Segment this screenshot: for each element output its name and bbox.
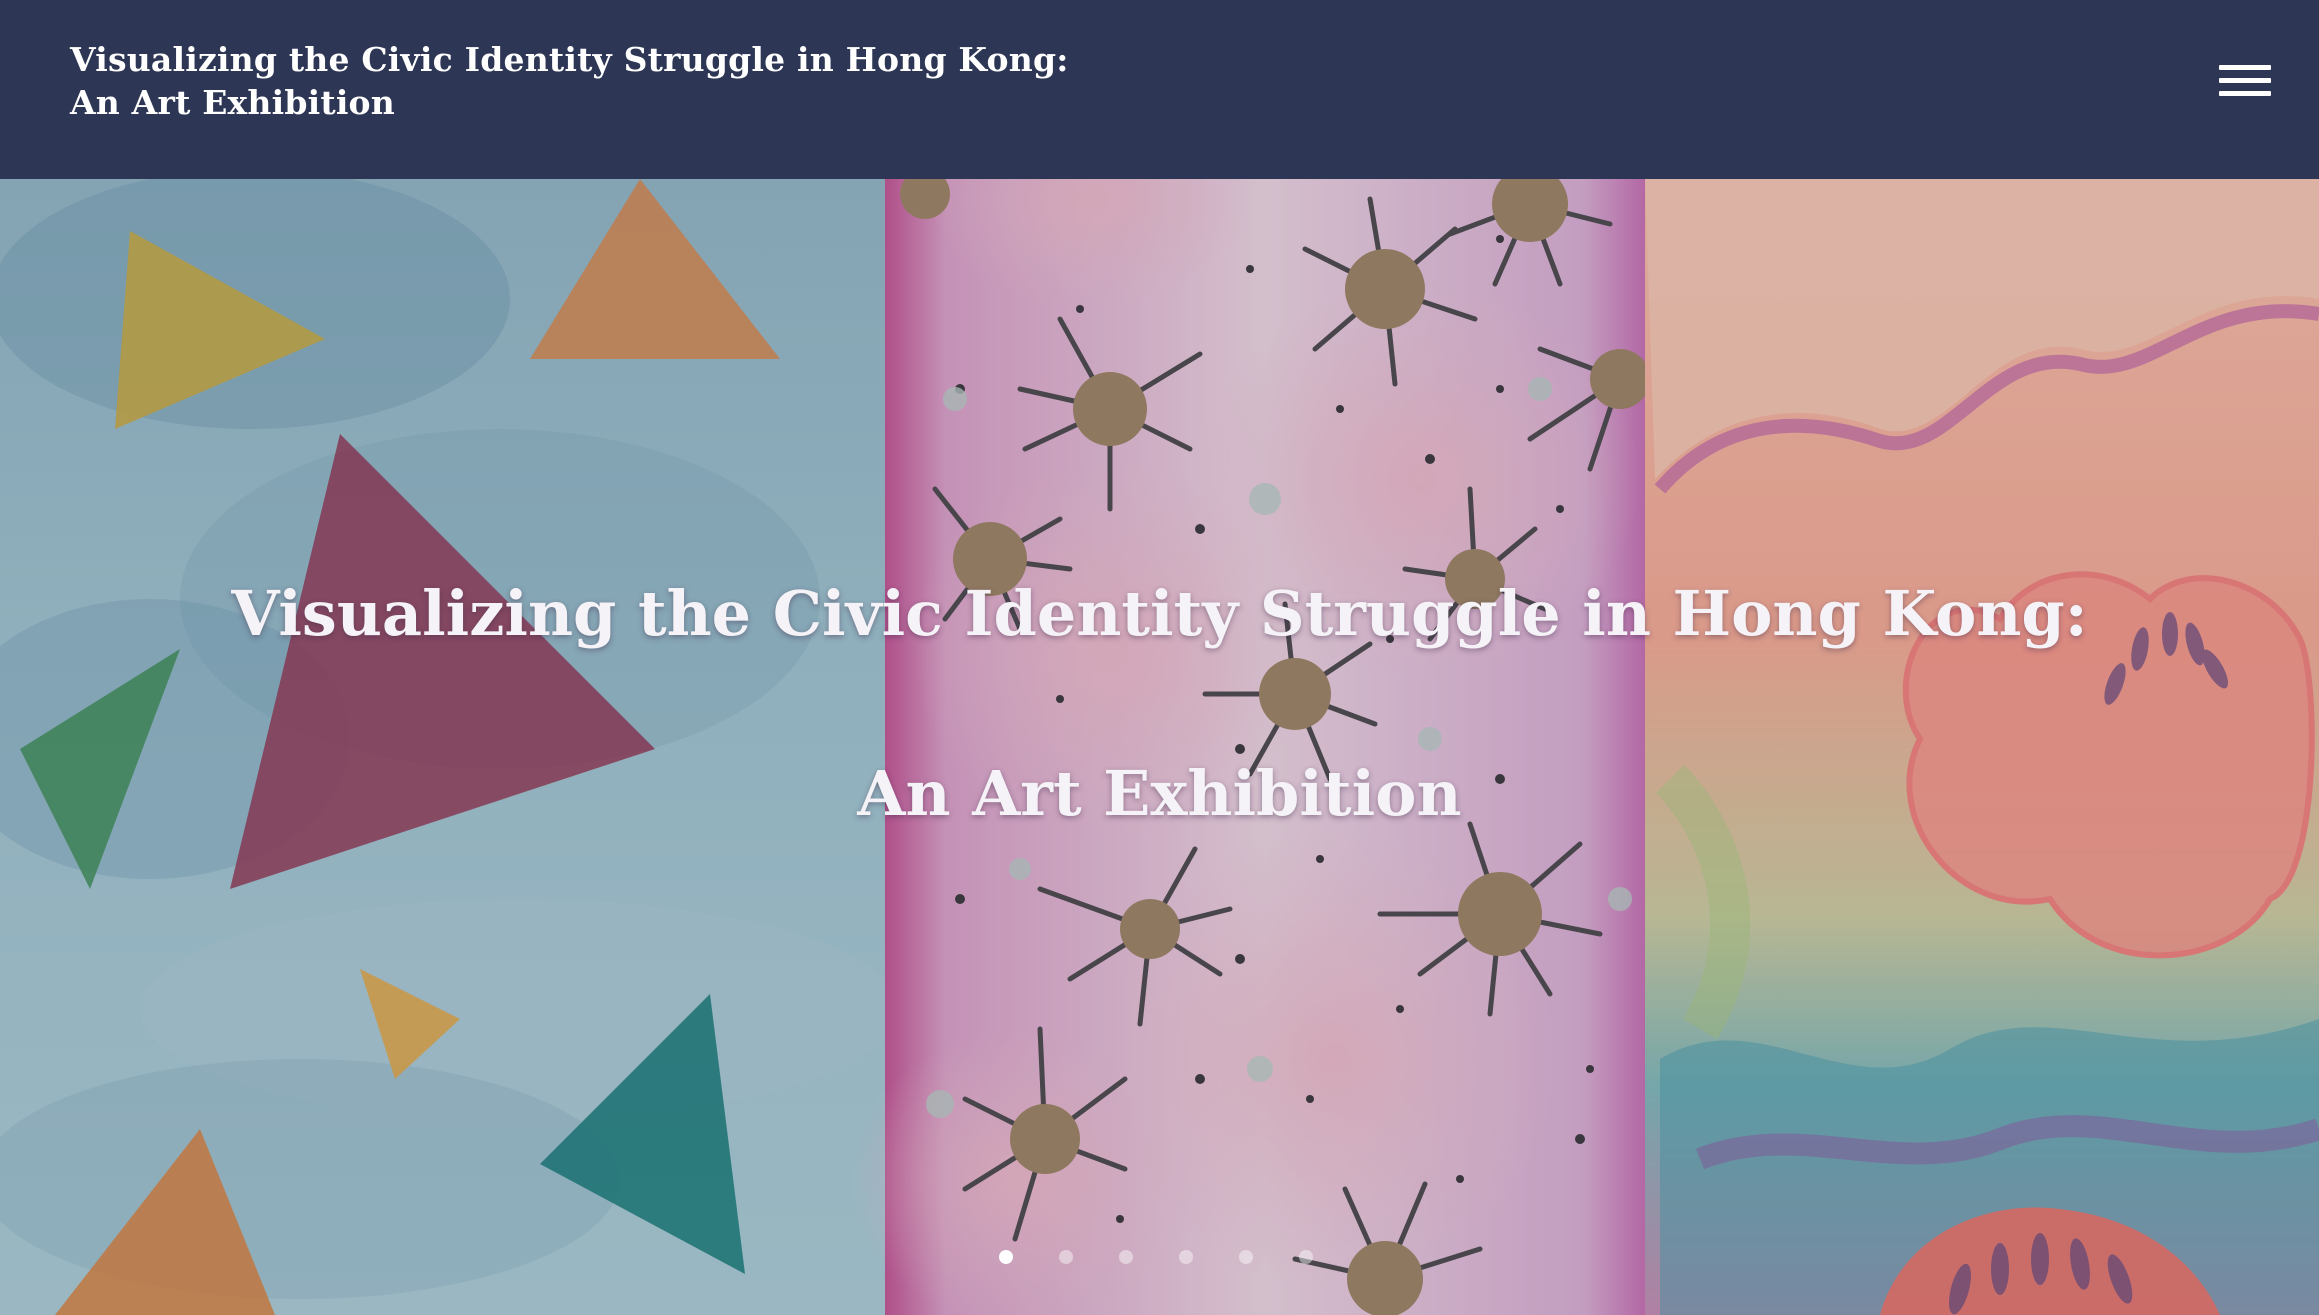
hero-overlay xyxy=(0,179,2319,1315)
hero-title-line1: Visualizing the Civic Identity Struggle … xyxy=(231,577,2088,650)
menu-bar-top xyxy=(2219,65,2271,70)
menu-bar-bottom xyxy=(2219,91,2271,96)
slideshow-pagination xyxy=(999,1250,1329,1268)
slide-dot-4[interactable] xyxy=(1179,1250,1193,1264)
slide-dot-2[interactable] xyxy=(1059,1250,1073,1264)
site-title-line2[interactable]: An Art Exhibition xyxy=(70,81,1069,124)
hero-slideshow: Visualizing the Civic Identity Struggle … xyxy=(0,179,2319,1315)
site-title[interactable]: Visualizing the Civic Identity Struggle … xyxy=(70,38,1069,124)
slide-dot-6[interactable] xyxy=(1299,1250,1313,1264)
site-header: Visualizing the Civic Identity Struggle … xyxy=(0,0,2319,179)
slide-dot-1[interactable] xyxy=(999,1250,1013,1264)
slide-dot-3[interactable] xyxy=(1119,1250,1133,1264)
slide-dot-5[interactable] xyxy=(1239,1250,1253,1264)
menu-bar-middle xyxy=(2219,78,2271,83)
site-title-line1[interactable]: Visualizing the Civic Identity Struggle … xyxy=(70,38,1069,81)
hero-title-line2: An Art Exhibition xyxy=(857,757,1462,830)
hamburger-menu-icon[interactable] xyxy=(2216,60,2274,102)
